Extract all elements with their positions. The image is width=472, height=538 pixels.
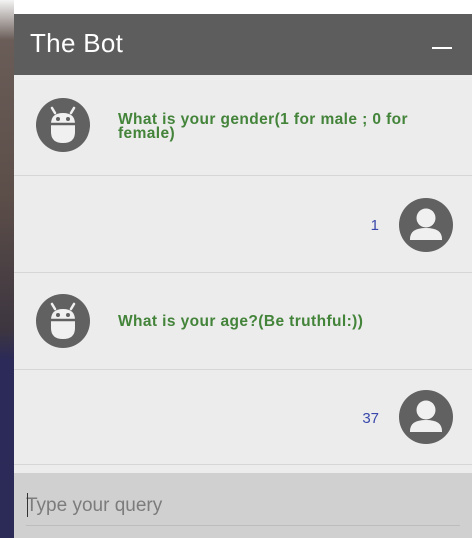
chat-title: The Bot <box>30 28 124 58</box>
android-bot-icon <box>36 98 90 152</box>
query-input[interactable] <box>26 491 458 521</box>
message-row: 37 <box>14 370 472 465</box>
user-avatar-icon <box>399 198 453 252</box>
user-avatar-icon <box>399 390 453 444</box>
minimize-icon <box>432 47 452 49</box>
bot-message-text: What is your age?(Be truthful:)) <box>118 313 364 330</box>
query-input-area <box>14 473 472 538</box>
text-caret <box>27 493 28 517</box>
message-row: What is your age?(Be truthful:)) <box>14 273 472 370</box>
background-window-edge <box>0 0 14 538</box>
chat-header: The Bot <box>14 14 472 75</box>
android-bot-icon <box>36 294 90 348</box>
bot-message-text: What is your gender(1 for male ; 0 for f… <box>118 111 408 142</box>
message-row: What is your gender(1 for male ; 0 for f… <box>14 75 472 176</box>
minimize-button[interactable] <box>426 31 458 61</box>
user-message-text: 1 <box>370 217 379 234</box>
input-underline <box>26 525 460 526</box>
message-row: 1 <box>14 176 472 273</box>
page-top-strip <box>14 0 472 14</box>
chat-widget: The Bot What is your gender(1 for male ;… <box>14 14 472 538</box>
user-message-text: 37 <box>362 410 379 427</box>
